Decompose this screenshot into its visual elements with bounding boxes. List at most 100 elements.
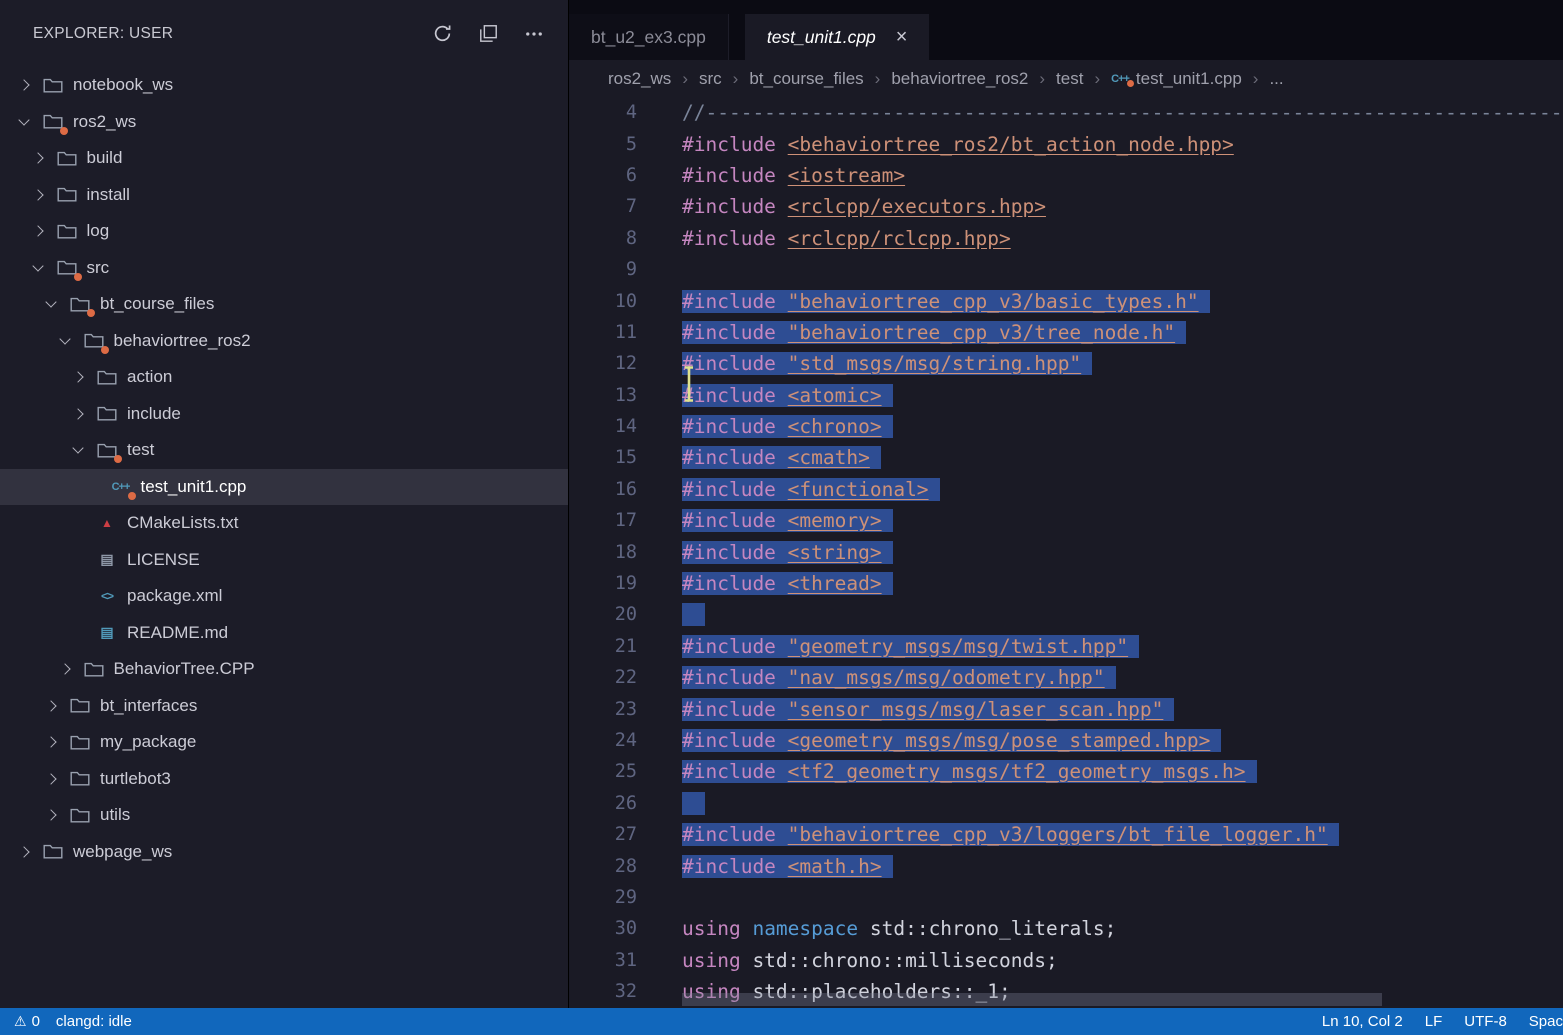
chevron-right-icon[interactable] [28, 154, 48, 162]
code-line-9[interactable]: 9 [569, 254, 1563, 285]
tree-folder-behaviortree_ros2[interactable]: behaviortree_ros2 [0, 323, 568, 360]
chevron-down-icon[interactable] [41, 302, 61, 306]
tree-folder-install[interactable]: install [0, 177, 568, 214]
chevron-right-icon[interactable] [28, 191, 48, 199]
code-line-25[interactable]: 25#include <tf2_geometry_msgs/tf2_geomet… [569, 756, 1563, 787]
collapse-all-icon[interactable] [479, 24, 498, 43]
code-line-31[interactable]: 31using std::chrono::milliseconds; [569, 945, 1563, 976]
cpp-glyph: C++ [112, 481, 130, 493]
code-line-22[interactable]: 22#include "nav_msgs/msg/odometry.hpp" [569, 662, 1563, 693]
code-line-7[interactable]: 7#include <rclcpp/executors.hpp> [569, 191, 1563, 222]
breadcrumb-item-bt_course_files[interactable]: bt_course_files [749, 69, 863, 89]
code-line-8[interactable]: 8#include <rclcpp/rclcpp.hpp> [569, 223, 1563, 254]
code-line-10[interactable]: 10#include "behaviortree_cpp_v3/basic_ty… [569, 285, 1563, 316]
tree-folder-bt_interfaces[interactable]: bt_interfaces [0, 688, 568, 725]
markdown-file-icon: ▤ [96, 623, 118, 643]
code-line-30[interactable]: 30using namespace std::chrono_literals; [569, 913, 1563, 944]
tab-bt_u2_ex3.cpp[interactable]: bt_u2_ex3.cpp [569, 14, 729, 60]
code-line-4[interactable]: 4//-------------------------------------… [569, 97, 1563, 128]
breadcrumb-item-test[interactable]: test [1056, 69, 1083, 89]
tab-test_unit1.cpp[interactable]: test_unit1.cpp× [745, 14, 930, 60]
breadcrumb-item-test_unit1.cpp[interactable]: C++test_unit1.cpp [1111, 69, 1242, 89]
breadcrumb-item-behaviortree_ros2[interactable]: behaviortree_ros2 [891, 69, 1028, 89]
line-number: 32 [569, 981, 637, 1002]
code-line-11[interactable]: 11#include "behaviortree_cpp_v3/tree_nod… [569, 317, 1563, 348]
chevron-right-icon[interactable] [68, 373, 88, 381]
code-line-17[interactable]: 17#include <memory> [569, 505, 1563, 536]
chevron-right-icon[interactable] [55, 665, 75, 673]
tree-file-LICENSE[interactable]: ▤LICENSE [0, 542, 568, 579]
code-line-12[interactable]: 12#include "std_msgs/msg/string.hpp" [569, 348, 1563, 379]
chevron-right-icon[interactable] [14, 81, 34, 89]
more-actions-icon[interactable] [524, 24, 544, 44]
chevron-right-icon[interactable] [14, 848, 34, 856]
tree-folder-BehaviorTree.CPP[interactable]: BehaviorTree.CPP [0, 651, 568, 688]
editor-group: bt_u2_ex3.cpptest_unit1.cpp× ros2_ws›src… [569, 0, 1563, 1008]
tree-folder-test[interactable]: test [0, 432, 568, 469]
close-tab-icon[interactable]: × [896, 27, 908, 47]
tree-file-CMakeLists.txt[interactable]: ▲CMakeLists.txt [0, 505, 568, 542]
chevron-right-icon[interactable] [41, 811, 61, 819]
tree-folder-notebook_ws[interactable]: notebook_ws [0, 67, 568, 104]
tree-folder-src[interactable]: src [0, 250, 568, 287]
code-line-15[interactable]: 15#include <cmath> [569, 442, 1563, 473]
refresh-icon[interactable] [432, 23, 453, 44]
folder-icon [69, 294, 91, 314]
chevron-down-icon[interactable] [14, 120, 34, 124]
code-line-6[interactable]: 6#include <iostream> [569, 160, 1563, 191]
tree-folder-my_package[interactable]: my_package [0, 724, 568, 761]
indentation-indicator[interactable]: Spac [1529, 1013, 1563, 1030]
tree-folder-build[interactable]: build [0, 140, 568, 177]
code-line-19[interactable]: 19#include <thread> [569, 568, 1563, 599]
code-line-5[interactable]: 5#include <behaviortree_ros2/bt_action_n… [569, 128, 1563, 159]
code-line-21[interactable]: 21#include "geometry_msgs/msg/twist.hpp" [569, 631, 1563, 662]
file-tree: notebook_wsros2_wsbuildinstalllogsrcbt_c… [0, 67, 568, 1008]
chevron-right-icon[interactable] [41, 702, 61, 710]
chevron-down-icon[interactable] [55, 339, 75, 343]
tree-folder-ros2_ws[interactable]: ros2_ws [0, 104, 568, 141]
code-line-29[interactable]: 29 [569, 882, 1563, 913]
chevron-right-icon[interactable] [41, 738, 61, 746]
code-line-16[interactable]: 16#include <functional> [569, 474, 1563, 505]
breadcrumb-item-...[interactable]: ... [1269, 69, 1283, 89]
line-number: 8 [569, 228, 637, 249]
code-line-27[interactable]: 27#include "behaviortree_cpp_v3/loggers/… [569, 819, 1563, 850]
tree-folder-bt_course_files[interactable]: bt_course_files [0, 286, 568, 323]
line-number: 28 [569, 856, 637, 877]
encoding-indicator[interactable]: UTF-8 [1464, 1013, 1507, 1030]
tree-folder-webpage_ws[interactable]: webpage_ws [0, 834, 568, 871]
tree-file-package.xml[interactable]: <>package.xml [0, 578, 568, 615]
tree-folder-utils[interactable]: utils [0, 797, 568, 834]
code-line-text: using namespace std::chrono_literals; [682, 917, 1116, 940]
chevron-right-icon[interactable] [68, 410, 88, 418]
code-line-24[interactable]: 24#include <geometry_msgs/msg/pose_stamp… [569, 725, 1563, 756]
horizontal-scrollbar[interactable] [682, 993, 1382, 1006]
chevron-down-icon[interactable] [28, 266, 48, 270]
line-number: 16 [569, 479, 637, 500]
code-line-23[interactable]: 23#include "sensor_msgs/msg/laser_scan.h… [569, 693, 1563, 724]
breadcrumb-item-ros2_ws[interactable]: ros2_ws [608, 69, 671, 89]
problems-indicator[interactable]: ⚠ 0 [14, 1013, 40, 1030]
cursor-position[interactable]: Ln 10, Col 2 [1322, 1013, 1403, 1030]
code-line-14[interactable]: 14#include <chrono> [569, 411, 1563, 442]
chevron-right-icon[interactable] [41, 775, 61, 783]
warning-count: 0 [32, 1013, 40, 1030]
language-server-status[interactable]: clangd: idle [56, 1013, 132, 1030]
tree-file-test_unit1.cpp[interactable]: C++test_unit1.cpp [0, 469, 568, 506]
code-editor[interactable]: 4//-------------------------------------… [569, 97, 1563, 1008]
code-line-13[interactable]: 13#include <atomic> [569, 380, 1563, 411]
tree-folder-turtlebot3[interactable]: turtlebot3 [0, 761, 568, 798]
code-line-text: #include "nav_msgs/msg/odometry.hpp" [682, 666, 1116, 689]
eol-indicator[interactable]: LF [1425, 1013, 1443, 1030]
code-line-20[interactable]: 20 [569, 599, 1563, 630]
chevron-down-icon[interactable] [68, 448, 88, 452]
chevron-right-icon[interactable] [28, 227, 48, 235]
tree-folder-include[interactable]: include [0, 396, 568, 433]
code-line-28[interactable]: 28#include <math.h> [569, 850, 1563, 881]
tree-folder-log[interactable]: log [0, 213, 568, 250]
tree-folder-action[interactable]: action [0, 359, 568, 396]
code-line-18[interactable]: 18#include <string> [569, 536, 1563, 567]
breadcrumb-item-src[interactable]: src [699, 69, 722, 89]
tree-file-README.md[interactable]: ▤README.md [0, 615, 568, 652]
code-line-26[interactable]: 26 [569, 788, 1563, 819]
